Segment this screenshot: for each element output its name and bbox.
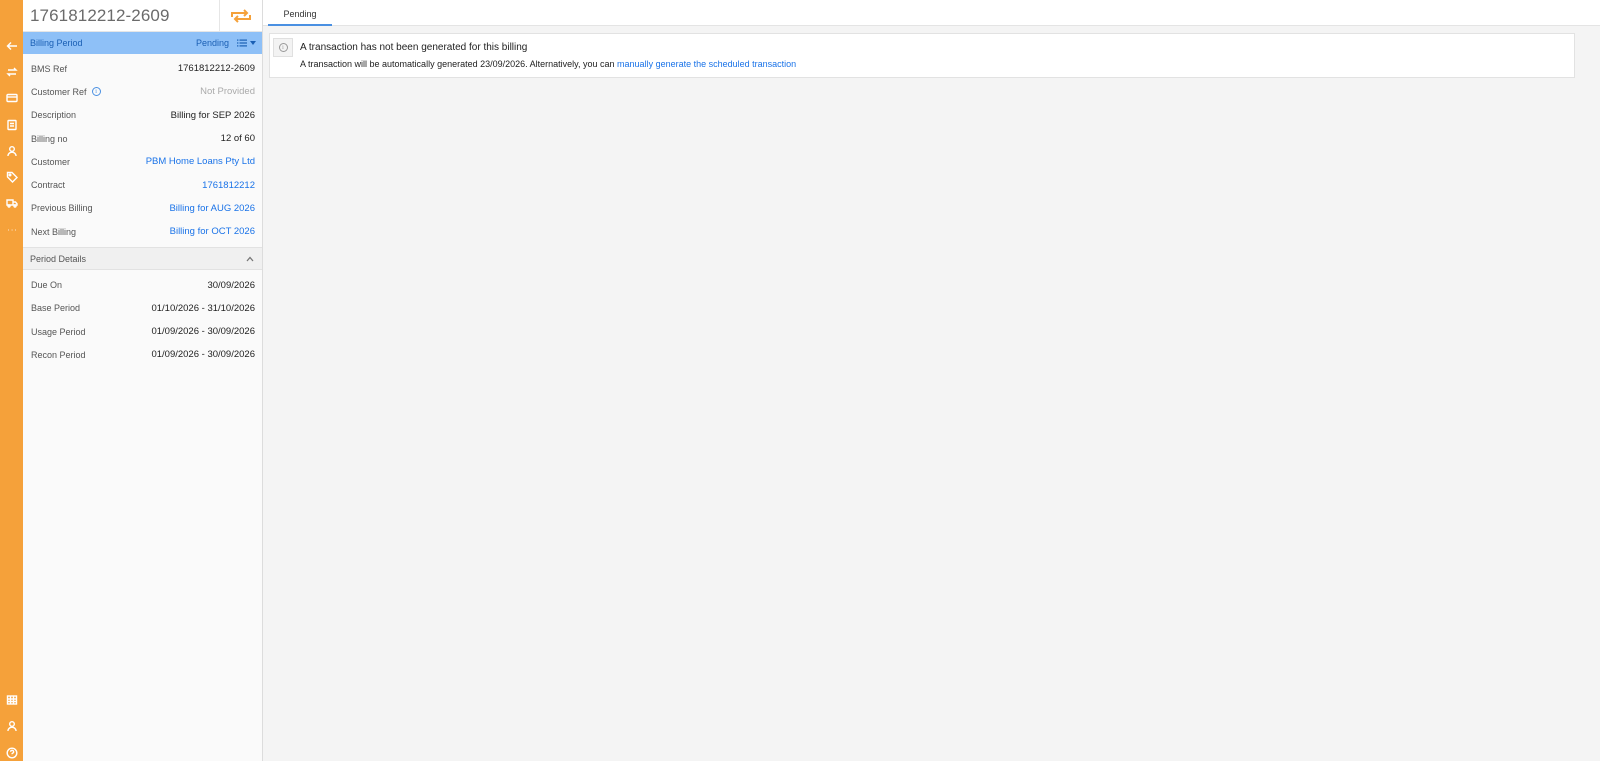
field-customer-ref: Customer Ref i Not Provided (23, 80, 262, 103)
notice-title: A transaction has not been generated for… (300, 42, 528, 53)
field-label: Due On (31, 280, 63, 291)
field-previous-billing: Previous Billing Billing for AUG 2026 (23, 197, 262, 220)
field-label: Recon Period (31, 349, 86, 360)
customer-link[interactable]: PBM Home Loans Pty Ltd (146, 156, 255, 167)
billing-period-bar[interactable]: Billing Period Pending (23, 32, 262, 54)
field-description: Description Billing for SEP 2026 (23, 104, 262, 127)
card-icon[interactable] (3, 89, 20, 106)
chevron-down-icon[interactable] (250, 41, 256, 45)
status-badge: Pending (195, 38, 229, 48)
more-icon[interactable] (3, 221, 20, 238)
field-customer: Customer PBM Home Loans Pty Ltd (23, 150, 262, 173)
grid-icon[interactable] (3, 691, 20, 708)
contract-link[interactable]: 1761812212 (202, 180, 255, 191)
swap-icon[interactable] (3, 63, 20, 80)
tab-bar: Pending (263, 0, 1600, 26)
field-base-period: Base Period 01/10/2026 - 31/10/2026 (23, 297, 262, 320)
account-icon[interactable] (3, 717, 20, 734)
notice-body: A transaction will be automatically gene… (300, 59, 796, 69)
field-value: 01/09/2026 - 30/09/2026 (151, 326, 255, 338)
swap-icon (231, 8, 251, 23)
tab-pending[interactable]: Pending (268, 0, 332, 26)
field-label: Customer Ref (31, 86, 87, 97)
field-next-billing: Next Billing Billing for OCT 2026 (23, 220, 262, 243)
field-value: 12 of 60 (220, 133, 255, 145)
field-contract: Contract 1761812212 (23, 173, 262, 196)
section-title: Period Details (30, 253, 87, 264)
field-label: Usage Period (31, 326, 86, 337)
field-usage-period: Usage Period 01/09/2026 - 30/09/2026 (23, 320, 262, 343)
chevron-up-icon[interactable] (246, 256, 254, 262)
generate-transaction-link[interactable]: manually generate the scheduled transact… (617, 59, 796, 69)
tag-icon[interactable] (3, 168, 20, 185)
field-label: Base Period (31, 303, 81, 314)
field-due-on: Due On 30/09/2026 (23, 273, 262, 296)
main-content: Pending i A transaction has not been gen… (263, 0, 1600, 761)
field-label: Contract (31, 180, 66, 191)
field-billing-no: Billing no 12 of 60 (23, 127, 262, 150)
field-value: 01/09/2026 - 30/09/2026 (151, 349, 255, 361)
previous-billing-link[interactable]: Billing for AUG 2026 (169, 203, 255, 214)
back-arrow-icon[interactable] (3, 37, 20, 54)
swap-button[interactable] (219, 0, 262, 31)
help-icon[interactable] (3, 744, 20, 761)
page-title: 1761812212-2609 (30, 6, 170, 25)
field-bms-ref: BMS Ref 1761812212-2609 (23, 57, 262, 80)
document-icon[interactable] (3, 116, 20, 133)
info-icon[interactable]: i (91, 87, 101, 97)
list-menu-icon[interactable] (237, 39, 247, 47)
field-label: Customer (31, 156, 71, 167)
field-label: BMS Ref (31, 63, 68, 74)
period-details-header[interactable]: Period Details (23, 247, 262, 271)
field-value: Billing for SEP 2026 (170, 109, 255, 121)
field-value: 1761812212-2609 (177, 63, 255, 75)
field-label: Next Billing (31, 226, 77, 237)
field-value: 30/09/2026 (207, 279, 255, 291)
field-label: Previous Billing (31, 203, 93, 214)
field-recon-period: Recon Period 01/09/2026 - 30/09/2026 (23, 343, 262, 366)
user-icon[interactable] (3, 142, 20, 159)
field-label: Billing no (31, 133, 68, 144)
field-value: Not Provided (200, 86, 255, 98)
transaction-notice: i A transaction has not been generated f… (269, 33, 1575, 78)
notice-text: A transaction will be automatically gene… (300, 59, 615, 69)
info-icon: i (273, 38, 293, 57)
left-nav-rail (0, 0, 23, 761)
billing-fields: BMS Ref 1761812212-2609 Customer Ref i N… (23, 54, 262, 243)
panel-header: 1761812212-2609 (23, 0, 262, 32)
truck-icon[interactable] (3, 194, 20, 211)
next-billing-link[interactable]: Billing for OCT 2026 (170, 226, 255, 237)
field-label: Description (31, 110, 77, 121)
field-label-wrap: Customer Ref i (31, 87, 101, 97)
field-value: 01/10/2026 - 31/10/2026 (151, 302, 255, 314)
period-fields: Due On 30/09/2026 Base Period 01/10/2026… (23, 270, 262, 366)
billing-detail-panel: 1761812212-2609 Billing Period Pending B… (23, 0, 263, 761)
billing-period-label: Billing Period (30, 38, 83, 48)
